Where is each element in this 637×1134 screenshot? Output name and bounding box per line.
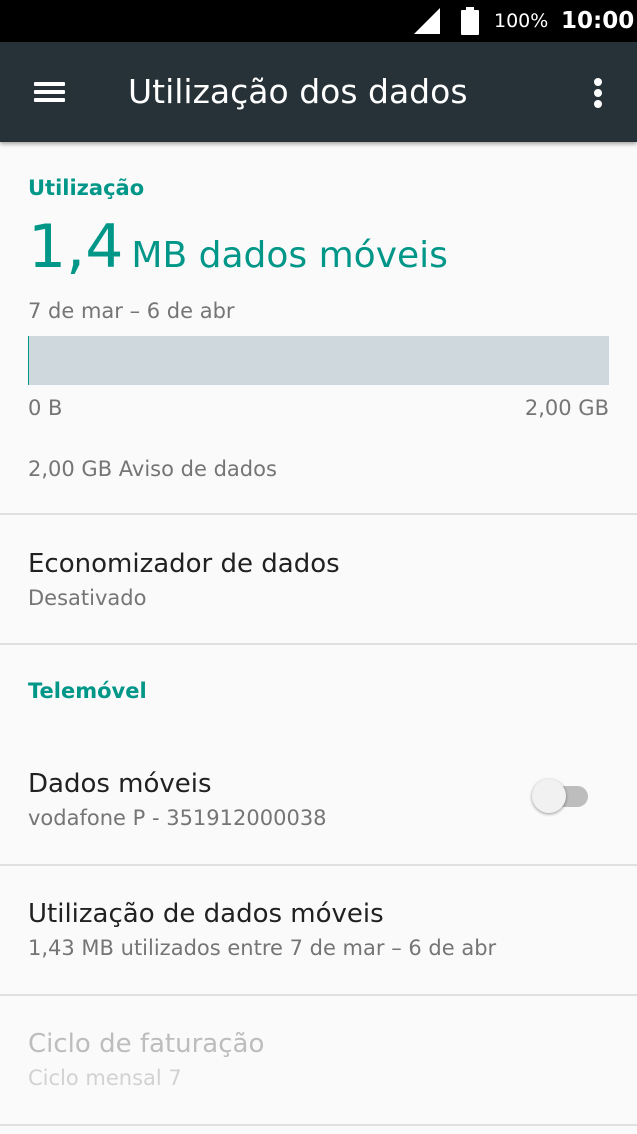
divider — [0, 864, 637, 866]
hamburger-menu-icon[interactable] — [26, 72, 72, 112]
divider — [0, 1124, 637, 1126]
cell-signal-icon — [414, 8, 440, 34]
toggle-thumb — [532, 779, 566, 813]
divider — [0, 994, 637, 996]
divider — [0, 513, 637, 515]
data-saver-summary: Desativado — [28, 586, 147, 610]
data-saver-item[interactable]: Economizador de dados Desativado — [0, 548, 637, 618]
billing-cycle-item: Ciclo de faturação Ciclo mensal 7 — [0, 1028, 637, 1098]
usage-unit: MB dados móveis — [131, 235, 448, 276]
usage-bar-min-label: 0 B — [28, 396, 63, 420]
mobile-data-title: Dados móveis — [28, 769, 212, 799]
mobile-data-item[interactable]: Dados móveis vodafone P - 351912000038 — [0, 768, 637, 838]
divider — [0, 643, 637, 645]
mobile-data-summary: vodafone P - 351912000038 — [28, 806, 327, 830]
more-vert-icon[interactable] — [580, 72, 616, 112]
status-clock: 10:00 — [561, 8, 635, 34]
usage-amount: 1,4 — [28, 212, 124, 282]
mobile-section-header: Telemóvel — [28, 679, 147, 703]
page-title: Utilização dos dados — [128, 72, 468, 111]
usage-period: 7 de mar – 6 de abr — [28, 299, 235, 323]
mobile-data-toggle[interactable] — [532, 779, 592, 815]
mobile-data-usage-item[interactable]: Utilização de dados móveis 1,43 MB utili… — [0, 898, 637, 968]
status-bar: 100% 10:00 — [0, 0, 637, 42]
usage-bar-max-label: 2,00 GB — [524, 396, 609, 420]
billing-cycle-summary: Ciclo mensal 7 — [28, 1066, 182, 1090]
usage-section-header: Utilização — [28, 176, 145, 200]
app-bar: Utilização dos dados — [0, 42, 637, 142]
battery-full-icon — [461, 7, 479, 35]
mobile-data-usage-summary: 1,43 MB utilizados entre 7 de mar – 6 de… — [28, 936, 497, 960]
data-warning-label: 2,00 GB Aviso de dados — [28, 457, 277, 481]
battery-percentage: 100% — [494, 10, 549, 32]
billing-cycle-title: Ciclo de faturação — [28, 1029, 265, 1059]
mobile-data-usage-title: Utilização de dados móveis — [28, 899, 384, 929]
usage-bar — [28, 336, 609, 385]
data-saver-title: Economizador de dados — [28, 549, 340, 579]
usage-summary: 1,4 MB dados móveis — [28, 212, 448, 282]
